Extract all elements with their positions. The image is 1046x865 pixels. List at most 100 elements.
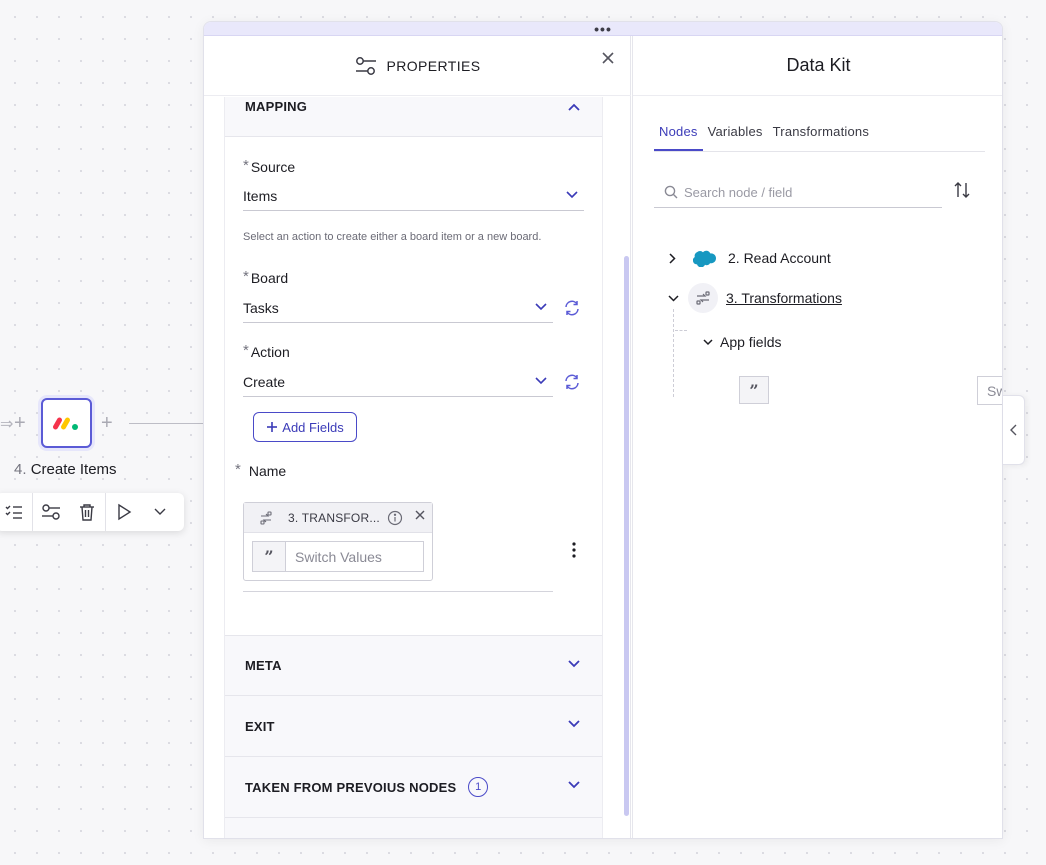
salesforce-icon xyxy=(690,243,720,273)
search-placeholder: Search node / field xyxy=(684,184,793,200)
node-title-text: Create Items xyxy=(30,461,117,478)
datakit-tabs: Nodes Variables Transformations xyxy=(654,124,985,152)
play-icon xyxy=(118,503,132,521)
chevron-down-icon xyxy=(535,303,547,311)
add-fields-label: Add Fields xyxy=(282,419,344,435)
remove-chip-icon[interactable] xyxy=(415,510,425,520)
chevron-left-icon xyxy=(1010,424,1017,436)
monday-logo-icon xyxy=(52,417,78,430)
settings-button[interactable] xyxy=(33,493,69,531)
chevron-down-icon xyxy=(568,659,580,667)
name-field-divider xyxy=(243,591,553,592)
chevron-down-icon xyxy=(535,377,547,385)
sliders-icon xyxy=(42,504,60,520)
node-create-items[interactable] xyxy=(41,398,92,448)
name-mapping-chip[interactable]: 3. TRANSFOR... ” Switch Values xyxy=(243,502,433,581)
chip-header: 3. TRANSFOR... xyxy=(244,503,432,533)
tree-node-read-account-label: 2. Read Account xyxy=(728,250,831,266)
transformations-icon xyxy=(260,511,272,525)
section-taken-label: TAKEN FROM PREVOIUS NODES xyxy=(245,779,457,795)
chevron-down-icon xyxy=(703,338,713,345)
board-label: * Board xyxy=(243,268,289,287)
section-next-header[interactable] xyxy=(225,818,602,838)
required-mark: * xyxy=(235,461,241,478)
tree-node-read-account[interactable]: 2. Read Account xyxy=(669,243,831,273)
delete-button[interactable] xyxy=(69,493,105,531)
section-mapping-header[interactable]: MAPPING xyxy=(225,97,602,137)
section-meta-label: META xyxy=(245,658,282,673)
board-label-text: Board xyxy=(250,270,289,286)
tab-variables[interactable]: Variables xyxy=(703,124,768,151)
chevron-down-icon xyxy=(568,781,580,789)
source-select[interactable]: Items xyxy=(243,181,584,211)
chevron-right-icon xyxy=(669,252,676,264)
action-select[interactable]: Create xyxy=(243,367,553,397)
refresh-board-icon[interactable] xyxy=(563,299,581,317)
incoming-arrow-icon: ⇒ xyxy=(0,416,14,433)
section-meta-header[interactable]: META xyxy=(225,635,602,696)
collapse-panel-button[interactable] xyxy=(1003,395,1025,465)
chevron-down-icon xyxy=(668,294,679,302)
tree-guide-line xyxy=(673,309,674,397)
board-select[interactable]: Tasks xyxy=(243,293,553,323)
tab-transformations[interactable]: Transformations xyxy=(768,124,874,151)
source-help-text: Select an action to create either a boar… xyxy=(243,231,542,243)
section-exit-label: EXIT xyxy=(245,718,275,734)
checklist-button[interactable] xyxy=(0,493,32,531)
required-mark: * xyxy=(243,157,249,174)
chevron-down-icon xyxy=(566,191,578,199)
run-button[interactable] xyxy=(106,493,142,531)
properties-datakit-panel: ••• PROPERTIES MAPPING * Source Items Se… xyxy=(203,21,1003,839)
source-value: Items xyxy=(243,187,278,204)
section-taken-from-previous-header[interactable]: TAKEN FROM PREVOIUS NODES 1 xyxy=(225,757,602,818)
more-options-icon[interactable] xyxy=(572,542,576,558)
required-mark: * xyxy=(243,268,249,285)
action-label-text: Action xyxy=(250,344,290,360)
trash-icon xyxy=(80,504,94,521)
name-value-field[interactable]: Switch Values xyxy=(285,541,424,572)
node-toolbar xyxy=(0,493,184,531)
tree-guide-line xyxy=(675,330,687,331)
tree-node-app-fields-label: App fields xyxy=(720,334,782,350)
search-icon xyxy=(664,185,678,199)
tree-node-app-fields[interactable]: App fields xyxy=(703,334,781,350)
taken-count-badge: 1 xyxy=(468,777,489,797)
board-value: Tasks xyxy=(243,299,279,316)
add-step-before-icon[interactable]: + xyxy=(14,413,26,433)
source-label-text: Source xyxy=(250,159,296,175)
tree-node-transformations-label[interactable]: 3. Transformations xyxy=(726,290,842,306)
section-exit-header[interactable]: EXIT xyxy=(225,696,602,757)
string-type-icon: ” xyxy=(252,541,286,572)
refresh-action-icon[interactable] xyxy=(563,373,581,391)
properties-header: PROPERTIES xyxy=(204,36,631,96)
panel-drag-handle[interactable]: ••• xyxy=(204,22,1002,36)
close-icon[interactable] xyxy=(600,50,616,66)
add-step-after-icon[interactable]: + xyxy=(101,413,113,433)
info-icon[interactable] xyxy=(387,510,403,526)
more-dropdown-button[interactable] xyxy=(142,493,178,531)
node-title: 4. Create Items xyxy=(14,461,117,478)
node-number: 4. xyxy=(14,461,27,478)
checklist-icon xyxy=(5,505,22,519)
properties-title: PROPERTIES xyxy=(386,57,481,74)
action-label: * Action xyxy=(243,342,290,361)
chip-title: 3. TRANSFOR... xyxy=(288,511,380,525)
datakit-title: Data Kit xyxy=(633,36,1002,96)
tree-node-transformations[interactable]: 3. Transformations xyxy=(668,283,842,313)
search-input[interactable]: Search node / field xyxy=(654,177,942,208)
properties-body: MAPPING * Source Items Select an action t… xyxy=(224,97,603,838)
plus-icon xyxy=(267,422,278,432)
connector-line xyxy=(129,423,203,424)
add-fields-button[interactable]: Add Fields xyxy=(253,412,357,442)
tab-nodes[interactable]: Nodes xyxy=(654,124,703,151)
action-value: Create xyxy=(243,373,286,390)
name-label: * Name xyxy=(235,461,287,480)
tree-field-switch-values[interactable]: Switch Values xyxy=(977,376,1002,405)
datakit-pane: Data Kit Nodes Variables Transformations… xyxy=(632,36,1002,838)
sort-icon[interactable] xyxy=(952,180,972,200)
name-label-text: Name xyxy=(248,463,287,479)
chevron-down-icon xyxy=(154,508,166,515)
properties-scrollbar[interactable] xyxy=(624,256,629,816)
drag-dots-icon: ••• xyxy=(594,21,612,37)
chevron-down-icon xyxy=(568,720,580,728)
